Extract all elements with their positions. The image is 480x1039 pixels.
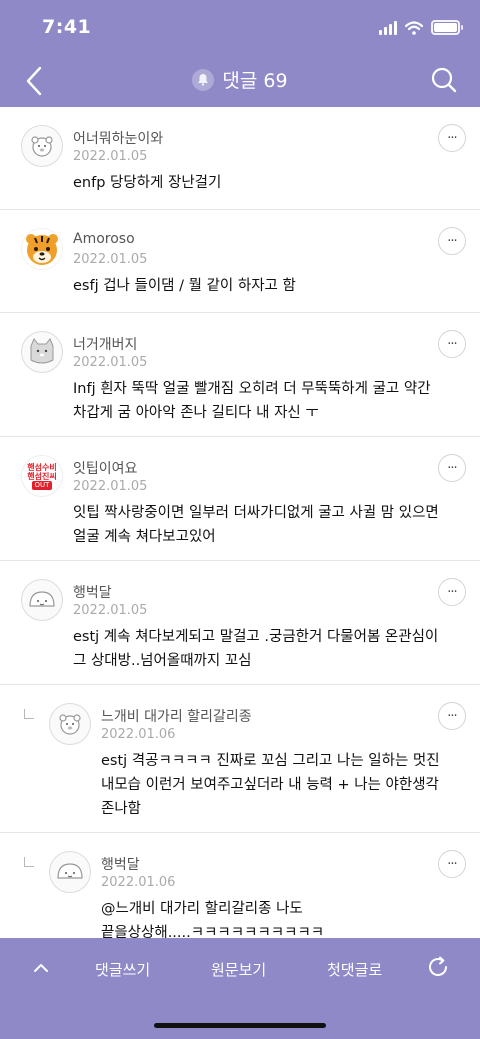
- comment-date: 2022.01.05: [73, 252, 148, 267]
- reply-indicator-icon: [24, 857, 34, 867]
- comment-list: 어너뭐하눈이와 2022.01.05 ··· enfp 당당하게 장난걸기 Am…: [0, 107, 480, 938]
- comment-text: @느개비 대가리 할리갈리종 나도 끝을상상해.....ㅋㅋㅋㅋㅋㅋㅋㅋㅋㅋ: [101, 897, 324, 938]
- comment-date: 2022.01.05: [73, 149, 148, 164]
- status-icons: [379, 20, 463, 35]
- wifi-icon: [405, 20, 423, 35]
- comment-line: enfp 당당하게 장난걸기: [73, 175, 222, 191]
- comment-date: 2022.01.06: [101, 875, 176, 890]
- comment-line: @느개비 대가리 할리갈리종 나도: [101, 901, 303, 917]
- comment-text: 잇팁 짝사랑중이면 일부러 더싸가디없게 굴고 사귈 맘 있으면 얼굴 계속 쳐…: [73, 501, 439, 549]
- comment-line: 그 상대방..넘어올때까지 꼬심: [73, 653, 252, 669]
- reply-item: 행벅달 2022.01.06 ··· @느개비 대가리 할리갈리종 나도 끝을상…: [0, 833, 480, 938]
- more-options-button[interactable]: ···: [438, 227, 466, 255]
- more-options-button[interactable]: ···: [438, 578, 466, 606]
- reply-indicator-icon: [24, 709, 34, 719]
- top-bar: 7:41 댓글 69: [0, 0, 480, 107]
- avatar-badge-text: 핸섬진씨: [27, 471, 57, 481]
- comment-line: 존나함: [101, 801, 142, 817]
- comment-text: estj 격공ㅋㅋㅋㅋ 진짜로 꼬심 그리고 나는 일하는 멋진 내모습 이런거…: [101, 749, 440, 821]
- comment-line: 차갑게 굼 아아악 존나 길티다 내 자신 ㅜ: [73, 405, 319, 421]
- comment-line: estj 계속 쳐다보게되고 말걸고 .궁금한거 다물어봄 온관심이: [73, 629, 439, 645]
- comment-item: 어너뭐하눈이와 2022.01.05 ··· enfp 당당하게 장난걸기: [0, 107, 480, 210]
- comment-line: esfj 겁나 들이댐 / 뭘 같이 하자고 함: [73, 278, 296, 294]
- comment-item: 행벅달 2022.01.05 ··· estj 계속 쳐다보게되고 말걸고 .궁…: [0, 561, 480, 685]
- comment-line: 끝을상상해.....ㅋㅋㅋㅋㅋㅋㅋㅋㅋㅋ: [101, 925, 325, 938]
- comment-nickname[interactable]: Amoroso: [73, 231, 135, 247]
- comment-date: 2022.01.05: [73, 603, 148, 618]
- comment-nickname[interactable]: 느개비 대가리 할리갈리종: [101, 706, 252, 726]
- comment-text: enfp 당당하게 장난걸기: [73, 171, 221, 195]
- comment-nickname[interactable]: 행벅달: [73, 582, 112, 602]
- more-options-button[interactable]: ···: [438, 850, 466, 878]
- comment-nickname[interactable]: 행벅달: [101, 854, 140, 874]
- more-options-button[interactable]: ···: [438, 702, 466, 730]
- comment-date: 2022.01.06: [101, 727, 176, 742]
- comment-date: 2022.01.05: [73, 479, 148, 494]
- comment-nickname[interactable]: 너거개버지: [73, 334, 137, 354]
- scroll-up-chevron-icon[interactable]: [33, 960, 49, 976]
- more-options-button[interactable]: ···: [438, 330, 466, 358]
- page-title: 댓글 69: [222, 70, 288, 92]
- comment-line: Infj 흰자 뚝딱 얼굴 빨개짐 오히려 더 무뚝뚝하게 굴고 약간: [73, 381, 431, 397]
- header-title-group: 댓글 69: [0, 66, 480, 93]
- avatar[interactable]: [49, 703, 91, 745]
- comment-item: 핸섬수비 핸섬진씨 OUT 잇팁이여요 2022.01.05 ··· 잇팁 짝사…: [0, 437, 480, 561]
- comment-line: estj 격공ㅋㅋㅋㅋ 진짜로 꼬심 그리고 나는 일하는 멋진: [101, 753, 440, 769]
- blob-mascot-icon: [29, 591, 55, 607]
- battery-icon: [431, 20, 463, 35]
- avatar[interactable]: [21, 125, 63, 167]
- avatar[interactable]: 핸섬수비 핸섬진씨 OUT: [21, 455, 63, 497]
- comment-line: 내모습 이런거 보여주고싶더라 내 능력 + 나는 야한생각: [101, 777, 439, 793]
- search-icon[interactable]: [430, 66, 458, 94]
- comment-item: Amoroso 2022.01.05 ··· esfj 겁나 들이댐 / 뭘 같…: [0, 210, 480, 313]
- home-indicator: [154, 1023, 326, 1028]
- more-options-button[interactable]: ···: [438, 454, 466, 482]
- first-comment-button[interactable]: 첫댓글로: [327, 959, 382, 980]
- view-original-button[interactable]: 원문보기: [211, 959, 266, 980]
- avatar[interactable]: [21, 228, 63, 270]
- reply-item: 느개비 대가리 할리갈리종 2022.01.06 ··· estj 격공ㅋㅋㅋㅋ…: [0, 685, 480, 833]
- comment-line: 얼굴 계속 쳐다보고있어: [73, 529, 216, 545]
- more-options-button[interactable]: ···: [438, 124, 466, 152]
- write-comment-button[interactable]: 댓글쓰기: [95, 959, 150, 980]
- comment-nickname[interactable]: 어너뭐하눈이와: [73, 128, 163, 148]
- bear-mascot-icon: [31, 136, 53, 157]
- cat-mascot-icon: [30, 338, 54, 364]
- avatar[interactable]: [21, 579, 63, 621]
- blob-mascot-icon: [57, 863, 83, 879]
- avatar[interactable]: [21, 331, 63, 373]
- bell-icon[interactable]: [192, 68, 215, 91]
- status-time: 7:41: [42, 16, 92, 38]
- avatar[interactable]: [49, 851, 91, 893]
- avatar-badge-text: OUT: [31, 480, 53, 490]
- cellular-signal-icon: [379, 20, 397, 35]
- comment-text: esfj 겁나 들이댐 / 뭘 같이 하자고 함: [73, 274, 296, 298]
- comment-date: 2022.01.05: [73, 355, 148, 370]
- refresh-icon[interactable]: [426, 955, 450, 979]
- bottom-bar: 댓글쓰기 원문보기 첫댓글로: [0, 938, 480, 1039]
- comment-text: Infj 흰자 뚝딱 얼굴 빨개짐 오히려 더 무뚝뚝하게 굴고 약간 차갑게 …: [73, 377, 431, 425]
- comment-line: 잇팁 짝사랑중이면 일부러 더싸가디없게 굴고 사귈 맘 있으면: [73, 505, 439, 521]
- comment-text: estj 계속 쳐다보게되고 말걸고 .궁금한거 다물어봄 온관심이 그 상대방…: [73, 625, 438, 673]
- tiger-avatar-icon: [26, 234, 58, 265]
- avatar-badge-text: 핸섬수비: [27, 462, 57, 472]
- bear-mascot-icon: [59, 714, 81, 735]
- comment-nickname[interactable]: 잇팁이여요: [73, 458, 137, 478]
- comment-item: 너거개버지 2022.01.05 ··· Infj 흰자 뚝딱 얼굴 빨개짐 오…: [0, 313, 480, 437]
